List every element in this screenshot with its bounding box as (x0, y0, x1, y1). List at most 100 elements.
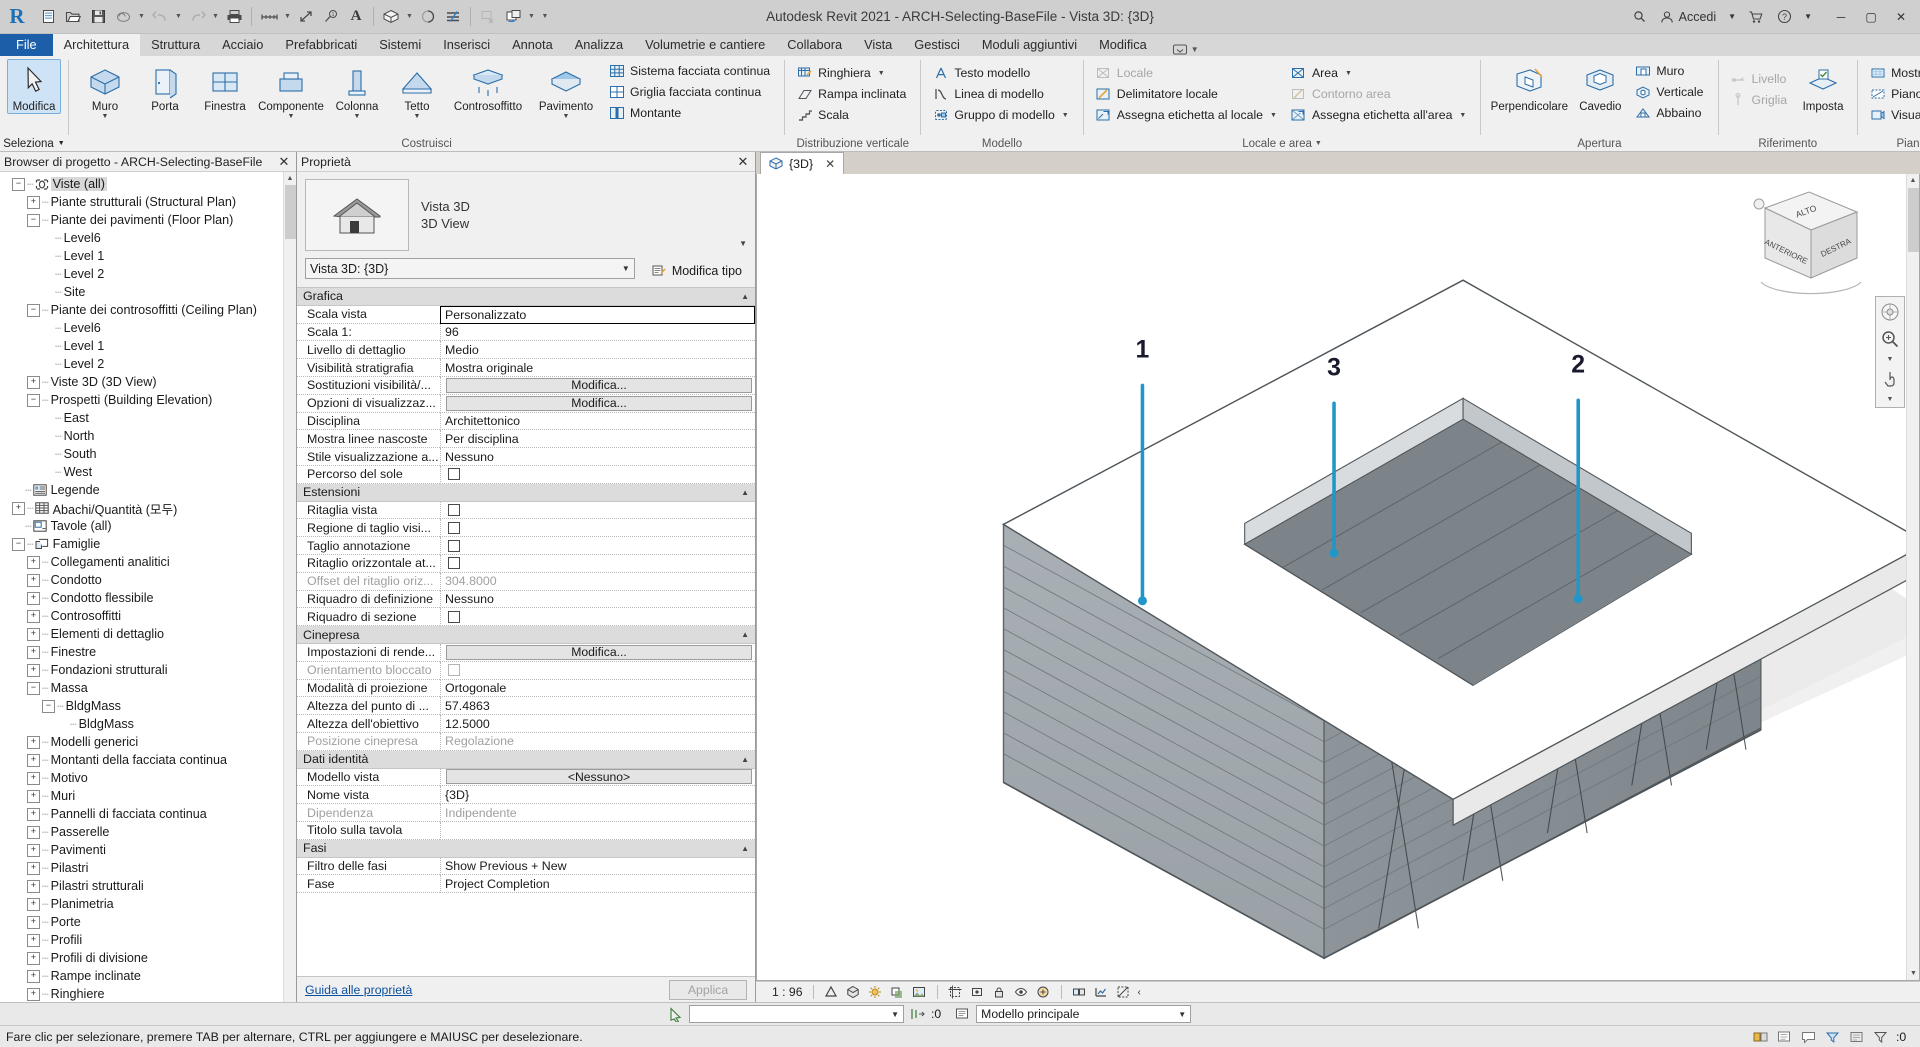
tree-item[interactable]: + ┄ Elementi di dettaglio (4, 625, 296, 643)
aligned-dimension-icon[interactable] (294, 4, 318, 30)
property-row[interactable]: Orientamento bloccato (297, 661, 755, 680)
help-icon[interactable]: ? (1771, 6, 1798, 27)
property-value[interactable]: Project Completion (440, 875, 755, 894)
open-file-icon[interactable] (61, 4, 85, 30)
tree-item[interactable]: − ┄ Massa (4, 679, 296, 697)
property-row[interactable]: Impostazioni di rende... Modifica... (297, 643, 755, 662)
undo-dropdown-icon[interactable]: ▼ (173, 4, 184, 30)
view-scroll-down-icon[interactable]: ▼ (1907, 967, 1919, 980)
tree-item[interactable]: + ┄ Controsoffitti (4, 607, 296, 625)
ribbon-toggle-caret-icon[interactable]: ▼ (1191, 45, 1199, 54)
temp-hide-icon[interactable] (1014, 985, 1029, 1000)
measure-dropdown-icon[interactable]: ▼ (282, 4, 293, 30)
tab-moduli-aggiuntivi[interactable]: Moduli aggiuntivi (971, 34, 1088, 56)
project-browser-scrollbar[interactable]: ▲ (283, 172, 296, 1002)
column-button[interactable]: Colonna ▼ (328, 59, 386, 121)
property-value[interactable]: Modifica... (440, 376, 755, 395)
level-button[interactable]: Livello (1726, 69, 1795, 89)
curtain-grid-button[interactable]: Griglia facciata continua (604, 82, 777, 102)
zoom-icon[interactable] (1878, 327, 1902, 351)
thin-lines-icon[interactable] (441, 4, 465, 30)
property-group-chevron-icon[interactable]: ▲ (440, 483, 755, 502)
save-as-dropdown-icon[interactable]: ▼ (136, 4, 147, 30)
by-face-button[interactable]: Perpendicolare (1488, 59, 1570, 114)
railing-button[interactable]: Ringhiera ▼ (792, 63, 913, 83)
view-tab-3d[interactable]: {3D} ✕ (760, 152, 845, 174)
property-row[interactable]: Sostituzioni visibilità/... Modifica... (297, 376, 755, 395)
property-row[interactable]: Taglio annotazione (297, 537, 755, 555)
model-group-button[interactable]: Gruppo di modello ▼ (928, 105, 1075, 125)
property-checkbox[interactable] (448, 539, 460, 552)
properties-table[interactable]: Grafica ▲ Scala vista Personalizzato Scala 1… (297, 287, 755, 976)
property-value[interactable]: Regolazione (440, 732, 755, 751)
tree-item[interactable]: + ┄ Condotto flessibile (4, 589, 296, 607)
tree-item[interactable]: − ┄ Piante dei controsoffitti (Ceiling Pla… (4, 301, 296, 319)
show-crop-icon[interactable] (970, 985, 985, 1000)
area-dropdown-icon[interactable]: ▼ (1345, 70, 1352, 77)
property-value[interactable]: Personalizzato (440, 305, 755, 324)
property-value[interactable]: Medio (440, 341, 755, 360)
tree-item[interactable]: + ┄ Muri (4, 787, 296, 805)
tab-collabora[interactable]: Collabora (776, 34, 853, 56)
property-row[interactable]: Scala vista Personalizzato (297, 305, 755, 324)
tree-item[interactable]: − ┄ BldgMass (4, 697, 296, 715)
tree-item[interactable]: + ┄ Montanti della facciata continua (4, 751, 296, 769)
exclude-options-icon[interactable] (1848, 1029, 1864, 1045)
property-row[interactable]: Riquadro di sezione (297, 608, 755, 627)
account-dropdown-icon[interactable]: ▼ (1724, 9, 1740, 24)
curtain-system-button[interactable]: Sistema facciata continua (604, 61, 777, 81)
property-edit-button[interactable]: Modifica... (446, 395, 752, 411)
property-group-chevron-icon[interactable]: ▲ (440, 288, 755, 306)
ref-plane-button[interactable]: Piano di riferimento (1865, 84, 1920, 104)
property-row[interactable]: Ritaglia vista (297, 501, 755, 520)
filter-icon[interactable] (1872, 1029, 1888, 1045)
tab-file[interactable]: File (0, 34, 53, 56)
model-group-dropdown-icon[interactable]: ▼ (1062, 112, 1069, 119)
tree-item[interactable]: + ┄ Rampe inclinate (4, 967, 296, 985)
tree-item[interactable]: − ┄ Prospetti (Building Elevation) (4, 391, 296, 409)
tree-item[interactable]: ┄ BldgMass (4, 715, 296, 733)
area-boundary-button[interactable]: Contorno area (1286, 84, 1473, 104)
help-dropdown-icon[interactable]: ▼ (1800, 9, 1816, 24)
property-group-header[interactable]: Grafica ▲ (297, 288, 755, 306)
shaft-button[interactable]: Cavedio (1572, 59, 1628, 114)
property-value[interactable] (440, 608, 755, 627)
tree-item[interactable]: ┄ Level6 (4, 229, 296, 247)
property-row[interactable]: Filtro delle fasi Show Previous + New (297, 857, 755, 876)
property-row[interactable]: Posizione cinepresa Regolazione (297, 732, 755, 751)
property-row[interactable]: Fase Project Completion (297, 875, 755, 894)
tree-item[interactable]: − ┄ Famiglie (4, 535, 296, 553)
ramp-button[interactable]: Rampa inclinata (792, 84, 913, 104)
property-row[interactable]: Altezza del punto di ... 57.4863 (297, 697, 755, 716)
property-value[interactable] (440, 537, 755, 555)
property-value[interactable]: Modifica... (440, 394, 755, 413)
tab-inserisci[interactable]: Inserisci (432, 34, 501, 56)
section-icon[interactable] (416, 4, 440, 30)
tab-sistemi[interactable]: Sistemi (368, 34, 432, 56)
visual-style-icon[interactable] (846, 985, 861, 1000)
tree-item[interactable]: + ┄ Modelli generici (4, 733, 296, 751)
sign-in-button[interactable]: Accedi (1654, 7, 1723, 27)
tree-item[interactable]: + ┄ Condotto (4, 571, 296, 589)
property-row[interactable]: Opzioni di visualizzaz... Modifica... (297, 394, 755, 413)
tag-room-dropdown-icon[interactable]: ▼ (1270, 112, 1277, 119)
room-separator-button[interactable]: Delimitatore locale (1091, 84, 1284, 104)
property-checkbox[interactable] (448, 503, 460, 516)
design-option-select[interactable]: Modello principale ▼ (976, 1005, 1192, 1023)
property-group-header[interactable]: Dati identità ▲ (297, 750, 755, 769)
property-value[interactable] (440, 501, 755, 520)
navigation-bar[interactable]: ▼ ▼ (1875, 296, 1905, 408)
tree-item[interactable]: ┄ Level 1 (4, 337, 296, 355)
property-value[interactable]: Architettonico (440, 412, 755, 431)
property-row[interactable]: Percorso del sole (297, 465, 755, 484)
3d-view-canvas[interactable]: 1 3 2 ALTO ANTERIORE DESTRA ▼ ▼ ▲ ▼ (756, 174, 1920, 981)
ribbon-display-options[interactable]: ▼ (1172, 43, 1199, 56)
type-search-input[interactable]: ▼ (689, 1005, 904, 1023)
stair-button[interactable]: Scala (792, 105, 913, 125)
tag-area-button[interactable]: Assegna etichetta all'area ▼ (1286, 105, 1473, 125)
rendering-icon[interactable] (912, 985, 927, 1000)
model-line-button[interactable]: Linea di modello (928, 84, 1075, 104)
undo-icon[interactable] (148, 4, 172, 30)
property-value[interactable]: Nessuno (440, 590, 755, 609)
tree-item[interactable]: + ┄ Viste 3D (3D View) (4, 373, 296, 391)
